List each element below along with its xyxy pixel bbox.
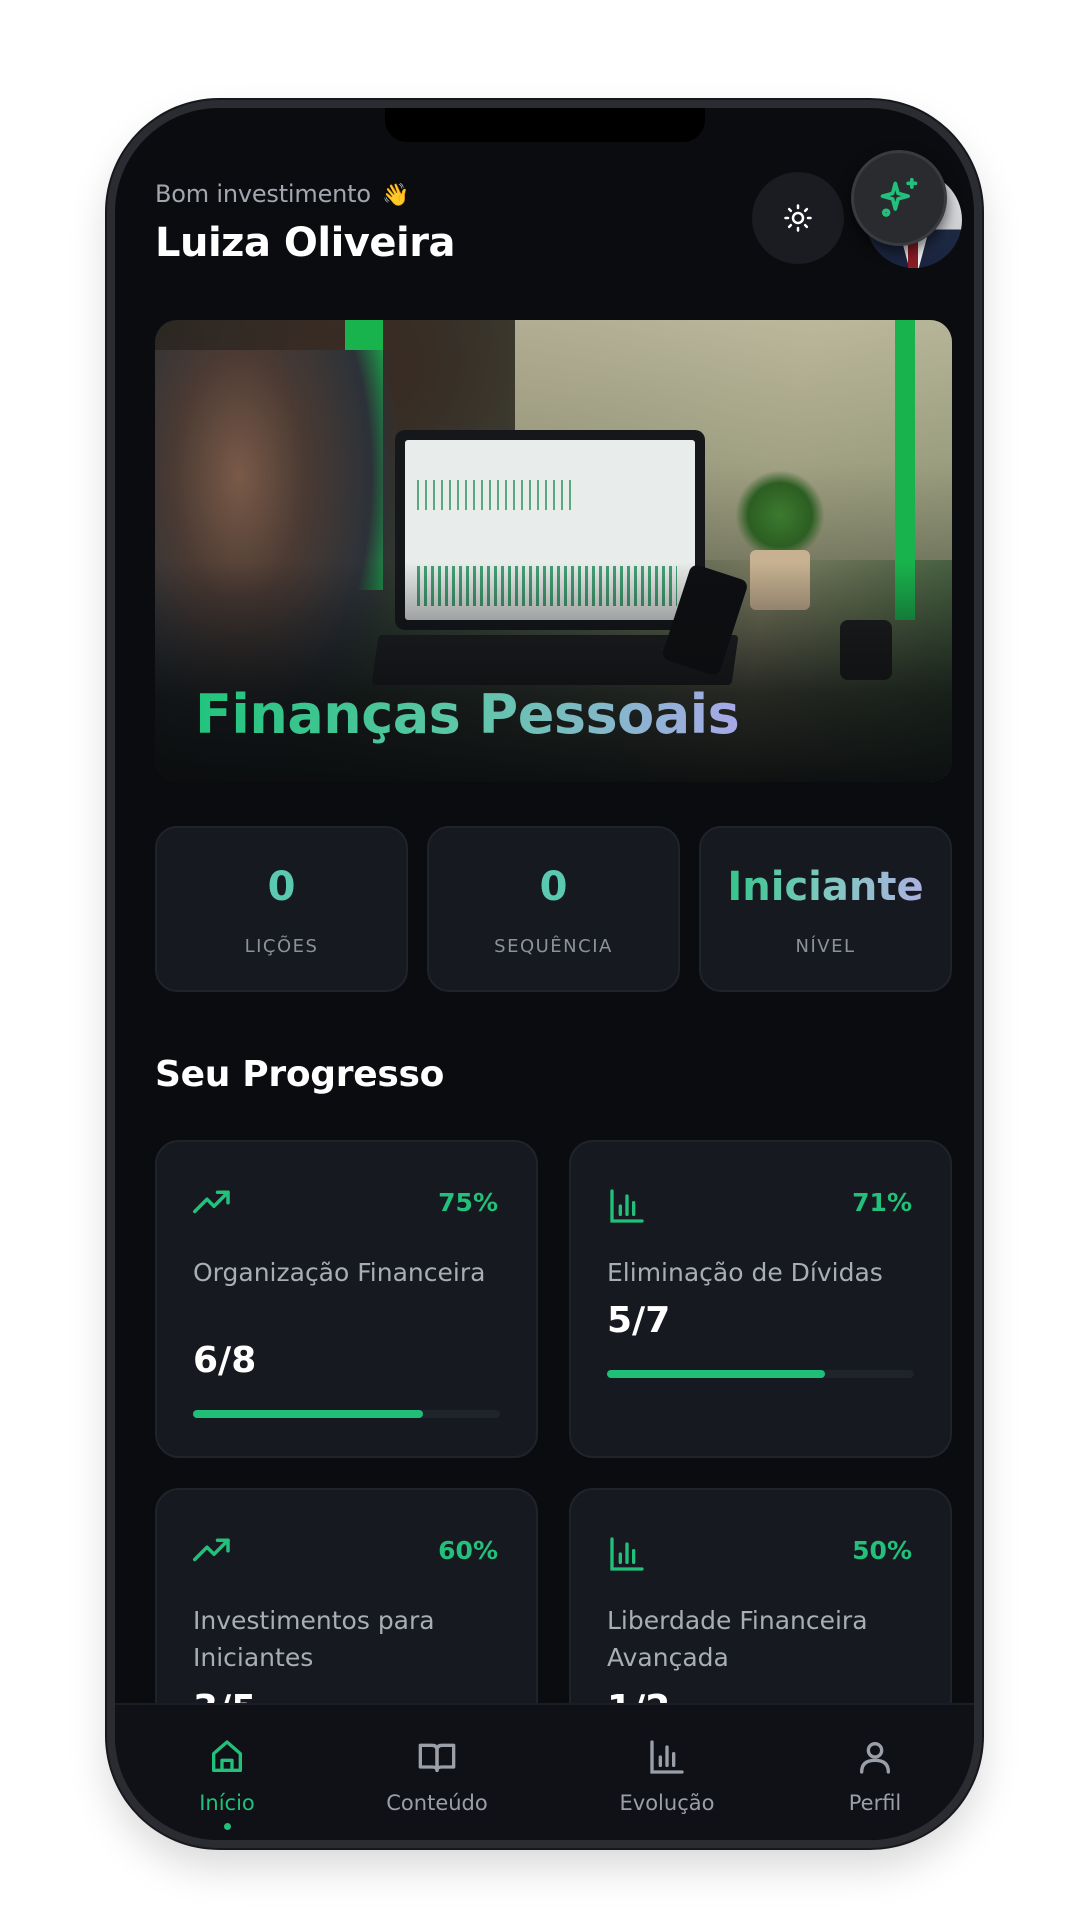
- stat-streak: 0 SEQUÊNCIA: [427, 826, 680, 992]
- stat-label: SEQUÊNCIA: [494, 936, 613, 957]
- phone-frame: Bom investimento 👋 Luiza Oliveira Finanç…: [107, 100, 982, 1848]
- nav-item-home[interactable]: Início: [147, 1737, 307, 1830]
- nav-label: Evolução: [619, 1791, 715, 1815]
- bar-chart-icon: [650, 1740, 684, 1774]
- stat-label: NÍVEL: [795, 936, 856, 957]
- hero-chart: [417, 480, 577, 510]
- progress-title: Organização Financeira: [193, 1258, 486, 1287]
- stat-level: Iniciante NÍVEL: [699, 826, 952, 992]
- user-icon: [860, 1742, 890, 1774]
- stat-value: 0: [267, 864, 296, 910]
- sun-icon: [784, 204, 812, 232]
- progress-fill: [607, 1370, 825, 1378]
- section-title: Seu Progresso: [155, 1054, 445, 1095]
- trending-up-icon: [193, 1190, 230, 1214]
- stats-row: 0 LIÇÕES 0 SEQUÊNCIA Iniciante NÍVEL: [155, 826, 952, 992]
- progress-track: [607, 1370, 914, 1378]
- nav-item-evolution[interactable]: Evolução: [587, 1737, 747, 1815]
- progress-count: 6/8: [193, 1340, 257, 1381]
- user-name: Luiza Oliveira: [155, 220, 455, 266]
- ai-assistant-button[interactable]: [851, 150, 947, 246]
- stat-value: 0: [539, 864, 568, 910]
- progress-percent: 71%: [852, 1188, 912, 1217]
- nav-item-profile[interactable]: Perfil: [795, 1737, 955, 1815]
- stat-lessons: 0 LIÇÕES: [155, 826, 408, 992]
- greeting-text: Bom investimento: [155, 180, 371, 208]
- progress-percent: 60%: [438, 1536, 498, 1565]
- sparkles-icon: [880, 177, 918, 217]
- nav-label: Conteúdo: [386, 1791, 488, 1815]
- active-indicator: [223, 1823, 231, 1830]
- progress-track: [193, 1410, 500, 1418]
- progress-count: 5/7: [607, 1300, 671, 1341]
- progress-title: Investimentos para Iniciantes: [193, 1606, 435, 1672]
- bar-chart-icon: [610, 1537, 644, 1571]
- hero-title: Finanças Pessoais: [195, 683, 740, 746]
- bar-chart-icon: [610, 1189, 644, 1223]
- hero-plant: [735, 470, 825, 560]
- hero-banner[interactable]: Finanças Pessoais: [155, 320, 952, 782]
- hero-shade: [155, 562, 952, 782]
- progress-title: Liberdade Financeira Avançada: [607, 1606, 868, 1672]
- bottom-nav: Início Conteúdo Evolução Perfil: [115, 1703, 974, 1840]
- progress-title: Eliminação de Dívidas: [607, 1258, 883, 1287]
- progress-percent: 50%: [852, 1536, 912, 1565]
- phone-notch: [384, 108, 705, 142]
- stat-label: LIÇÕES: [244, 936, 319, 957]
- book-icon: [418, 1743, 456, 1772]
- nav-label: Início: [199, 1791, 255, 1815]
- stat-value: Iniciante: [701, 864, 950, 910]
- home-icon: [212, 1740, 242, 1772]
- progress-percent: 75%: [438, 1188, 498, 1217]
- trending-up-icon: [193, 1538, 230, 1562]
- progress-card[interactable]: 75% Organização Financeira 6/8: [155, 1140, 538, 1458]
- greeting: Bom investimento 👋: [155, 180, 410, 208]
- progress-fill: [193, 1410, 424, 1418]
- theme-toggle-button[interactable]: [752, 172, 844, 264]
- nav-label: Perfil: [848, 1791, 902, 1815]
- progress-card[interactable]: 71% Eliminação de Dívidas 5/7: [569, 1140, 952, 1458]
- nav-item-content[interactable]: Conteúdo: [357, 1737, 517, 1815]
- wave-emoji: 👋: [382, 183, 410, 208]
